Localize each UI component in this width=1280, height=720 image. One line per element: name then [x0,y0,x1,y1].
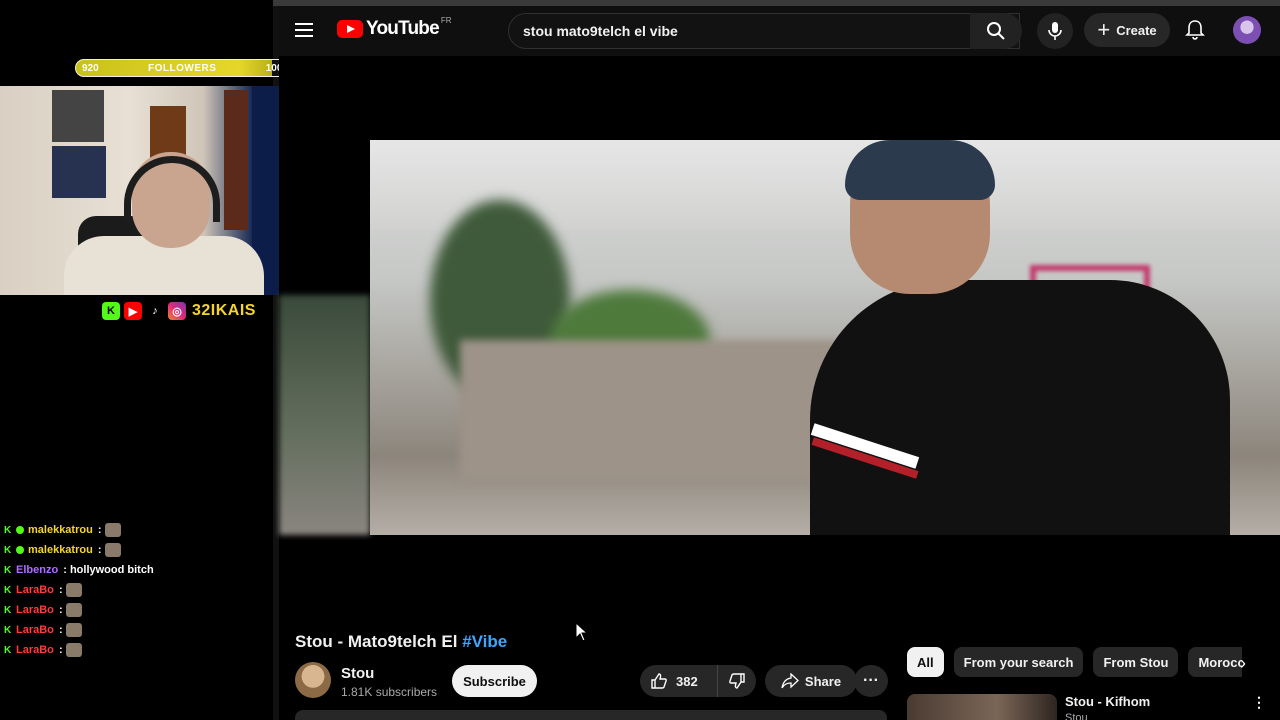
shelf [52,146,106,198]
description-box[interactable] [295,710,887,720]
chat-username: Elbenzo [16,564,59,576]
search-box: × [508,13,1020,49]
youtube-play-icon [337,20,363,38]
recommendation-channel: Stou [1065,712,1088,720]
subscriber-count: 1.81K subscribers [341,685,438,699]
video-person-hair [845,140,995,200]
kick-badge-icon: K [4,604,12,616]
thumbs-up-icon [651,673,667,689]
chip-from-stou[interactable]: From Stou [1093,647,1179,677]
chip-from-your-search[interactable]: From your search [953,647,1084,677]
more-actions-icon[interactable]: ··· [854,665,888,697]
microphone-icon [1048,22,1062,40]
dislike-button[interactable] [718,665,756,697]
chat-username: malekkatrou [28,524,93,536]
emote-icon [65,603,82,617]
emote-icon [65,643,82,657]
video-hashtag[interactable]: #Vibe [462,632,507,651]
sub-badge-icon [16,526,24,534]
chat-message: K LaraBo : [4,640,270,660]
chat-username: LaraBo [16,624,54,636]
recommendation-title[interactable]: Stou - Kifhom [1065,694,1150,709]
chat-message: K Elbenzo : hollywood bitch [4,564,154,576]
tiktok-icon: ♪ [146,302,164,320]
emote-icon [104,523,121,537]
chat-text: hollywood bitch [69,564,154,576]
youtube-header: YouTube FR × + Create [279,6,1280,56]
share-label: Share [804,673,842,689]
wall-poster [150,106,186,158]
search-button[interactable] [970,13,1022,49]
youtube-logo[interactable]: YouTube FR [337,15,452,40]
chat-username: LaraBo [16,604,54,616]
chat-message: K LaraBo : [4,620,270,640]
emote-icon [104,543,121,557]
video-wall [460,340,840,480]
plus-icon: + [1097,17,1111,42]
headset [124,156,220,222]
chat-message: K LaraBo : [4,600,270,620]
kick-badge-icon: K [4,644,12,656]
recommendation-thumbnail[interactable] [907,694,1057,720]
create-button[interactable]: + Create [1084,13,1170,47]
wall-poster [52,90,104,142]
emote-icon [65,623,82,637]
chat-message: K malekkatrou : [4,540,270,560]
chat-username: LaraBo [16,644,54,656]
social-links: K ▶ ♪ ◎ 32IKAIS [102,301,256,321]
subscribe-button[interactable]: Subscribe [452,665,537,697]
kick-badge-icon: K [4,544,12,556]
video-frame[interactable] [370,140,1280,535]
chat-feed: K malekkatrou : K malekkatrou : K Elbenz… [4,520,270,660]
youtube-wordmark: YouTube [366,18,440,39]
thumbs-down-icon [729,673,745,689]
kick-badge-icon: K [4,584,12,596]
like-dislike-group: 382 [640,665,756,697]
account-avatar[interactable] [1233,16,1261,44]
followers-goal-bar: 920 FOLLOWERS 1000 [75,59,295,77]
emote-icon [65,583,82,597]
like-button[interactable]: 382 [640,665,718,697]
create-label: Create [1116,22,1157,38]
kick-badge-icon: K [4,624,12,636]
wall-poster [224,90,248,230]
chat-username: LaraBo [16,584,54,596]
vertical-dots-icon[interactable]: ⋮ [1252,694,1266,714]
chip-all[interactable]: All [907,647,944,677]
share-arrow-icon [781,673,799,689]
video-person [810,280,1230,535]
hamburger-menu-icon[interactable] [295,18,319,42]
voice-search-button[interactable] [1037,13,1073,49]
kick-icon: K [102,302,120,320]
channel-name[interactable]: Stou [341,665,374,682]
instagram-icon: ◎ [168,302,186,320]
like-count: 382 [676,673,698,689]
notifications-bell-icon[interactable] [1183,18,1207,42]
mouse-cursor-icon [575,622,589,642]
share-button[interactable]: Share [765,665,857,697]
search-input[interactable] [523,23,943,39]
sub-badge-icon [16,546,24,554]
search-icon [987,22,1005,40]
video-title: Stou - Mato9telch El #Vibe [295,632,507,652]
filter-chips: All From your search From Stou Moroccan [907,647,1242,677]
channel-avatar[interactable] [295,662,331,698]
kick-badge-icon: K [4,524,12,536]
chat-message: K LaraBo : [4,580,270,600]
youtube-icon: ▶ [124,302,142,320]
chat-username: malekkatrou [28,544,93,556]
kick-badge-icon: K [4,564,12,576]
followers-label: FOLLOWERS [148,62,217,74]
followers-current: 920 [82,62,99,74]
video-title-text: Stou - Mato9telch El [295,632,463,651]
chevron-right-icon[interactable]: › [1232,652,1254,674]
video-frame-left [279,295,370,535]
country-code: FR [440,15,452,25]
streamer-handle: 32IKAIS [192,302,256,319]
chat-message: K malekkatrou : [4,520,270,540]
